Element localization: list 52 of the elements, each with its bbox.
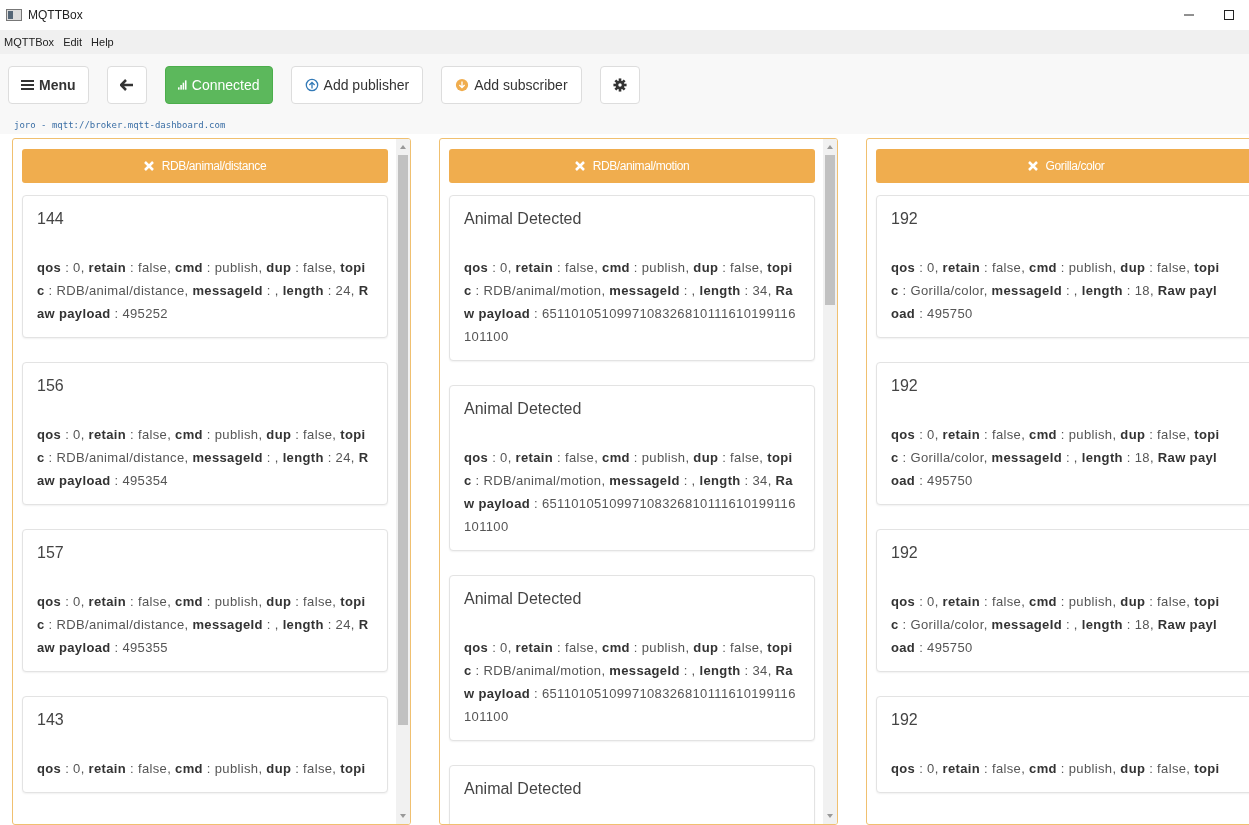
close-icon xyxy=(574,161,585,171)
scroll-down-icon[interactable] xyxy=(826,812,834,820)
scroll-up-icon[interactable] xyxy=(826,143,834,151)
arrow-left-icon xyxy=(119,79,134,91)
app-icon xyxy=(6,9,22,21)
close-icon xyxy=(143,161,154,171)
message-details: qos : 0, retain : false, cmd : publish, dup : false, topic : Gorilla/color, messageId : , length : 18, Raw payload : 495750 xyxy=(891,593,1221,657)
menu-item[interactable]: Edit xyxy=(63,36,83,48)
message-value: 157 xyxy=(37,544,65,562)
message-details: qos : 0, retain : false, cmd : publish, dup : false, topi xyxy=(37,760,367,778)
message-value: 143 xyxy=(37,711,65,729)
maximize-icon[interactable] xyxy=(1223,9,1235,21)
menu-button[interactable]: Menu xyxy=(8,66,89,104)
menu-icon xyxy=(21,79,34,91)
back-button[interactable] xyxy=(106,66,147,104)
message-details: qos : 0, retain : false, cmd : publish, dup : false, topi xyxy=(891,760,1221,778)
menu-item[interactable]: MQTTBox xyxy=(4,36,55,48)
message-value: 192 xyxy=(891,210,919,228)
arrow-up-circle-icon xyxy=(304,78,319,92)
message-value: 192 xyxy=(891,377,919,395)
message-details: qos : 0, retain : false, cmd : publish, dup : false, topic : RDB/animal/distance, messageId : , length : 24, Raw payload : 495252 xyxy=(37,259,369,323)
menu-item[interactable]: Help xyxy=(91,36,114,48)
message-value: 156 xyxy=(37,377,65,395)
message-details: qos : 0, retain : false, cmd : publish, dup : false, topic : RDB/animal/motion, messageId : , length : 34, Raw payload : 6511010510997108326810111610199116101100 xyxy=(464,259,796,346)
message-details: qos : 0, retain : false, cmd : publish, dup : false, topic : Gorilla/color, messageId : , length : 18, Raw payload : 495750 xyxy=(891,426,1221,490)
message-value: Animal Detected xyxy=(464,590,583,608)
settings-button[interactable] xyxy=(599,66,640,104)
arrow-down-circle-icon xyxy=(455,78,470,92)
message-value: 192 xyxy=(891,711,919,729)
add-subscriber-button[interactable]: Add subscriber xyxy=(441,66,582,104)
connection-label: joro - mqtt://broker.mqtt-dashboard.com xyxy=(14,120,226,130)
scroll-down-icon[interactable] xyxy=(399,812,407,820)
settings-icon xyxy=(612,78,627,92)
message-value: Animal Detected xyxy=(464,780,583,798)
add-publisher-button[interactable]: Add publisher xyxy=(290,66,424,104)
message-details: qos : 0, retain : false, cmd : publish, dup : false, topic : RDB/animal/motion, messageId : , length : 34, Raw payload : 6511010510997108326810111610199116101100 xyxy=(464,639,796,726)
scrollbar-thumb[interactable] xyxy=(825,155,835,305)
message-value: 192 xyxy=(891,544,919,562)
scroll-up-icon[interactable] xyxy=(399,143,407,151)
scrollbar[interactable] xyxy=(396,139,410,824)
message-value: Animal Detected xyxy=(464,400,583,418)
message-details: qos : 0, retain : false, cmd : publish, dup : false, topic : RDB/animal/distance, messageId : , length : 24, Raw payload : 495354 xyxy=(37,426,369,490)
signal-icon xyxy=(177,79,187,91)
message-value: Animal Detected xyxy=(464,210,583,228)
scrollbar-thumb[interactable] xyxy=(398,155,408,725)
close-icon xyxy=(1027,161,1038,171)
message-details: qos : 0, retain : false, cmd : publish, dup : false, topic : Gorilla/color, messageId : , length : 18, Raw payload : 495750 xyxy=(891,259,1221,323)
message-details: qos : 0, retain : false, cmd : publish, dup : false, topic : RDB/animal/distance, messageId : , length : 24, Raw payload : 495355 xyxy=(37,593,369,657)
message-value: 144 xyxy=(37,210,65,228)
message-details: qos : 0, retain : false, cmd : publish, dup : false, topic : RDB/animal/motion, messageId : , length : 34, Raw payload : 6511010510997108326810111610199116101100 xyxy=(464,449,796,536)
window-title: MQTTBox xyxy=(28,8,84,22)
scrollbar[interactable] xyxy=(823,139,837,824)
